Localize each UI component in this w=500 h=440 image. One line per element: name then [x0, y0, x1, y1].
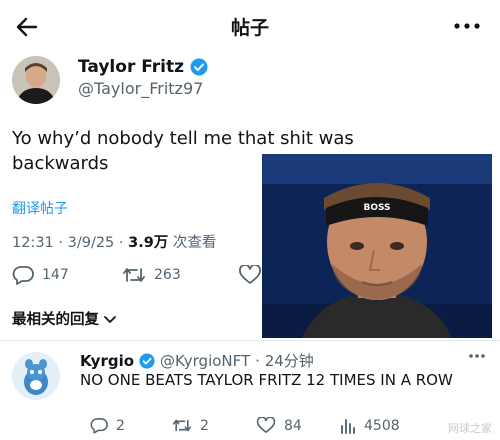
retweet-count: 263	[154, 267, 181, 283]
divider	[0, 340, 500, 341]
reply-text: NO ONE BEATS TAYLOR FRITZ 12 TIMES IN A …	[80, 371, 453, 389]
reply-views-button[interactable]: 4508	[340, 417, 400, 434]
top-bar: 帖子	[0, 0, 500, 52]
reply-author-handle[interactable]: @KyrgioNFT	[160, 352, 250, 370]
replies-sort-label: 最相关的回复	[12, 312, 99, 328]
reply-icon	[12, 265, 34, 285]
page-title: 帖子	[230, 17, 269, 39]
reply-author-name[interactable]: Kyrgio	[80, 352, 134, 370]
reply-like-button[interactable]: 84	[256, 417, 302, 434]
reply-reply-button[interactable]: 2	[90, 417, 125, 434]
heart-icon	[256, 417, 276, 434]
view-count: 3.9万	[128, 235, 169, 251]
retweet-icon	[172, 417, 192, 434]
heart-icon	[238, 265, 262, 285]
tweet-photo[interactable]: BOSS	[262, 154, 492, 338]
reply-reply-count: 2	[116, 417, 125, 434]
reply-avatar[interactable]	[12, 352, 60, 400]
reply-count: 147	[42, 267, 69, 283]
reply-view-count: 4508	[364, 417, 400, 434]
author-name-row[interactable]: Taylor Fritz	[78, 57, 208, 77]
like-button[interactable]	[238, 265, 262, 285]
bar-chart-icon	[340, 417, 356, 434]
reply-icon	[90, 417, 108, 434]
headband-text: BOSS	[363, 203, 390, 213]
author-handle[interactable]: @Taylor_Fritz97	[78, 79, 203, 98]
reply-like-count: 84	[284, 417, 302, 434]
reply-header: Kyrgio @KyrgioNFT · 24分钟	[80, 350, 314, 371]
reply-button[interactable]: 147	[12, 265, 69, 285]
retweet-icon	[122, 265, 146, 285]
timestamp: 12:31 · 3/9/25 ·	[12, 235, 129, 251]
avatar[interactable]	[12, 56, 60, 104]
translate-link[interactable]: 翻译帖子	[12, 198, 68, 218]
reply-more-icon[interactable]	[468, 353, 486, 359]
more-dots-icon[interactable]	[452, 16, 482, 36]
author-name[interactable]: Taylor Fritz	[78, 57, 184, 77]
reply-retweet-count: 2	[200, 417, 209, 434]
verified-badge-icon	[190, 58, 208, 76]
reply-retweet-button[interactable]: 2	[172, 417, 209, 434]
view-count-suffix: 次查看	[168, 235, 217, 251]
retweet-button[interactable]: 263	[122, 265, 181, 285]
verified-badge-icon	[139, 352, 155, 369]
tweet-meta: 12:31 · 3/9/25 · 3.9万 次查看	[12, 231, 216, 252]
watermark: 网球之家	[448, 422, 492, 435]
reply-time: · 24分钟	[255, 352, 314, 370]
replies-sort-dropdown[interactable]: 最相关的回复	[12, 308, 117, 329]
chevron-down-icon	[103, 312, 117, 326]
